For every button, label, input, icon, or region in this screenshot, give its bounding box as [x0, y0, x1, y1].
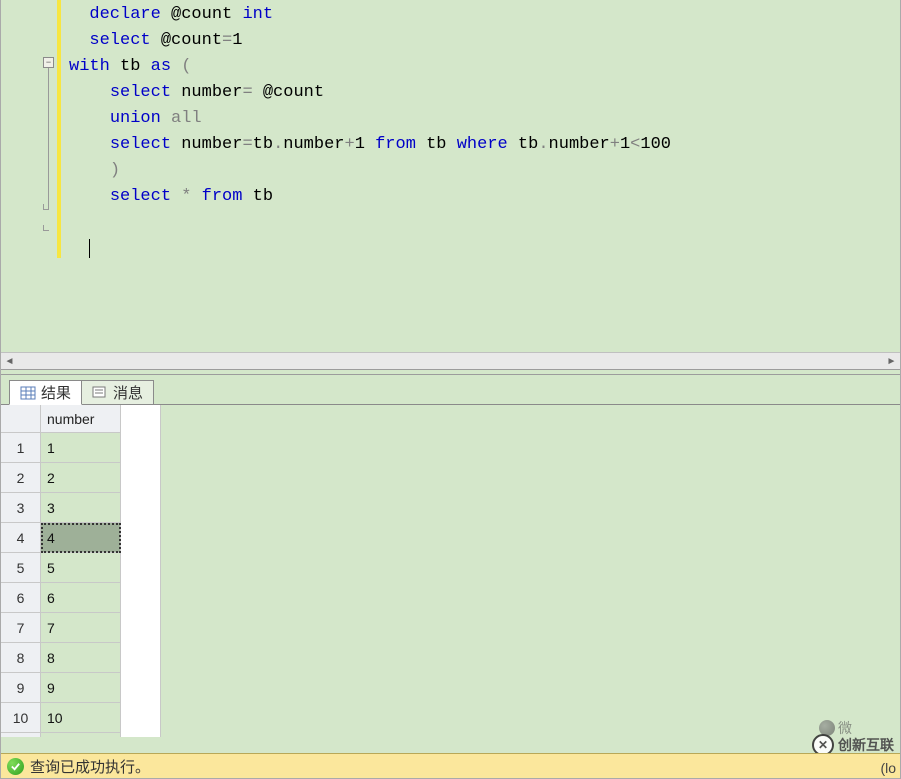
scroll-left-icon[interactable]: ◄: [1, 353, 18, 370]
table-row[interactable]: 88: [1, 643, 160, 673]
cell-number[interactable]: 8: [41, 643, 121, 673]
status-right-text: (lo: [880, 760, 896, 776]
fold-toggle-icon[interactable]: −: [43, 57, 54, 68]
cell-number[interactable]: 1: [41, 433, 121, 463]
row-header[interactable]: [1, 733, 41, 737]
cell-number[interactable]: 7: [41, 613, 121, 643]
row-header[interactable]: 10: [1, 703, 41, 733]
table-row[interactable]: 77: [1, 613, 160, 643]
grid-icon: [20, 385, 36, 401]
grid-header-row: number: [1, 405, 160, 433]
cell-number[interactable]: 3: [41, 493, 121, 523]
scroll-track[interactable]: [18, 353, 883, 370]
results-grid[interactable]: number1122334455667788991010: [1, 405, 161, 737]
results-pane: number1122334455667788991010: [1, 405, 900, 737]
code-editor[interactable]: − declare @count int select @count=1 wit…: [1, 0, 900, 352]
tab-results[interactable]: 结果: [9, 380, 82, 405]
row-header[interactable]: 9: [1, 673, 41, 703]
cell-number[interactable]: 2: [41, 463, 121, 493]
row-header[interactable]: 8: [1, 643, 41, 673]
scroll-right-icon[interactable]: ►: [883, 353, 900, 370]
column-header-number[interactable]: number: [41, 405, 121, 433]
row-header[interactable]: 6: [1, 583, 41, 613]
code-text[interactable]: declare @count int select @count=1 with …: [55, 0, 900, 352]
tab-messages[interactable]: 消息: [81, 380, 154, 405]
table-row[interactable]: 66: [1, 583, 160, 613]
fold-end-icon: [43, 204, 49, 210]
table-row[interactable]: 44: [1, 523, 160, 553]
row-header[interactable]: 4: [1, 523, 41, 553]
table-row[interactable]: 11: [1, 433, 160, 463]
table-row[interactable]: 33: [1, 493, 160, 523]
cell-number[interactable]: 10: [41, 703, 121, 733]
results-empty-area: [161, 405, 900, 737]
row-header[interactable]: 1: [1, 433, 41, 463]
results-tabstrip: 结果 消息: [1, 375, 900, 405]
cell-number[interactable]: 6: [41, 583, 121, 613]
table-row[interactable]: 99: [1, 673, 160, 703]
fold-guide: [48, 68, 49, 210]
cell-number[interactable]: 9: [41, 673, 121, 703]
editor-horizontal-scrollbar[interactable]: ◄ ►: [1, 352, 900, 369]
table-row[interactable]: 55: [1, 553, 160, 583]
tab-results-label: 结果: [41, 382, 71, 403]
table-row[interactable]: 22: [1, 463, 160, 493]
status-text: 查询已成功执行。: [30, 756, 150, 777]
cell-number[interactable]: 5: [41, 553, 121, 583]
row-header[interactable]: 2: [1, 463, 41, 493]
status-bar: 查询已成功执行。 (lo: [1, 753, 900, 778]
row-header[interactable]: 3: [1, 493, 41, 523]
success-icon: [7, 758, 24, 775]
tab-messages-label: 消息: [113, 382, 143, 403]
message-icon: [92, 385, 108, 401]
cell-number[interactable]: 4: [41, 523, 121, 553]
grid-corner[interactable]: [1, 405, 41, 433]
row-header[interactable]: 5: [1, 553, 41, 583]
fold-end-icon: [43, 225, 49, 231]
cell-number[interactable]: [41, 733, 121, 737]
table-row[interactable]: [1, 733, 160, 737]
row-header[interactable]: 7: [1, 613, 41, 643]
table-row[interactable]: 1010: [1, 703, 160, 733]
editor-gutter: −: [1, 0, 55, 352]
